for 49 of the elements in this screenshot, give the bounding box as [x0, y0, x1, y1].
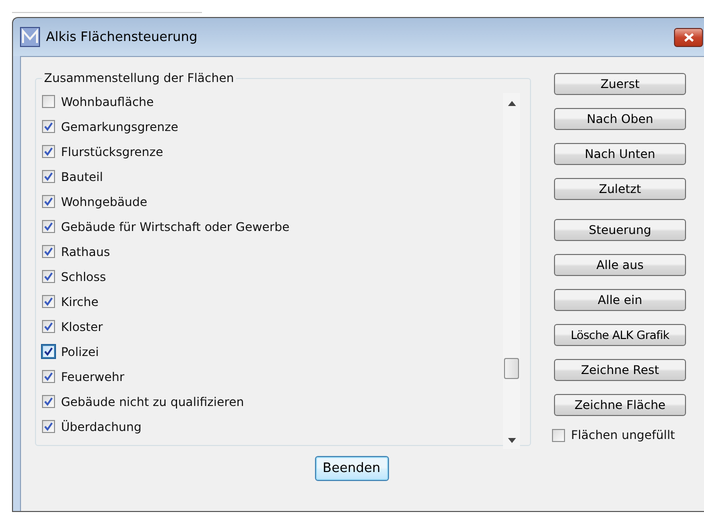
action-button[interactable]: Zuletzt	[554, 178, 686, 200]
checkbox[interactable]	[42, 395, 55, 408]
checkbox[interactable]	[42, 170, 55, 183]
action-button[interactable]: Zeichne Fläche	[554, 394, 686, 416]
layer-checkbox[interactable]: Kirche	[42, 289, 503, 314]
window-title: Alkis Flächensteuerung	[46, 30, 198, 44]
layer-checkbox[interactable]: Wohnbaufläche	[42, 89, 503, 114]
layer-checkbox[interactable]: Gemarkungsgrenze	[42, 114, 503, 139]
action-button[interactable]: Zuerst	[554, 73, 686, 95]
close-icon[interactable]	[684, 32, 694, 42]
quit-button[interactable]: Beenden	[314, 456, 388, 481]
checkbox[interactable]	[42, 295, 55, 308]
action-button[interactable]: Steuerung	[554, 219, 686, 241]
layer-checkbox[interactable]: Flurstücksgrenze	[42, 139, 503, 164]
checkbox[interactable]	[42, 420, 55, 433]
unfilled-checkbox[interactable]: Flächen ungefüllt	[552, 426, 686, 444]
action-button[interactable]: Nach Oben	[554, 108, 686, 130]
layer-checkbox[interactable]: Überdachung	[42, 414, 503, 439]
checkbox[interactable]	[42, 245, 55, 258]
layer-checkbox[interactable]: Wohngebäude	[42, 189, 503, 214]
layer-checkbox[interactable]: Polizei	[42, 339, 503, 364]
app-icon	[20, 27, 40, 47]
checkbox[interactable]	[42, 145, 55, 158]
checkbox[interactable]	[42, 120, 55, 133]
action-button[interactable]: Nach Unten	[554, 143, 686, 165]
layer-checkbox[interactable]: Kloster	[42, 314, 503, 339]
checkbox[interactable]	[42, 270, 55, 283]
action-button[interactable]: Alle ein	[554, 289, 686, 311]
scroll-down-icon[interactable]	[508, 438, 516, 443]
layer-checkbox[interactable]: Schloss	[42, 264, 503, 289]
scroll-up-icon[interactable]	[508, 101, 516, 106]
action-button[interactable]: Zeichne Rest	[554, 359, 686, 381]
scrollbar[interactable]	[503, 93, 520, 451]
checkbox[interactable]	[42, 370, 55, 383]
close-button[interactable]	[674, 28, 703, 46]
layer-checkbox[interactable]: Gebäude nicht zu qualifizieren	[42, 389, 503, 414]
layer-checkbox[interactable]: Gebäude für Wirtschaft oder Gewerbe	[42, 214, 503, 239]
scroll-thumb[interactable]	[504, 358, 519, 379]
checkbox[interactable]	[42, 195, 55, 208]
checkbox[interactable]	[42, 320, 55, 333]
checkbox[interactable]	[552, 428, 565, 442]
layer-checkbox[interactable]: Bauteil	[42, 164, 503, 189]
group-title: Zusammenstellung der Flächen	[43, 71, 235, 85]
checkbox[interactable]	[42, 220, 55, 233]
action-button[interactable]: Alle aus	[554, 254, 686, 276]
action-button[interactable]: Lösche ALK Grafik	[554, 324, 686, 346]
layer-checkbox[interactable]: Feuerwehr	[42, 364, 503, 389]
layer-checkbox[interactable]: Rathaus	[42, 239, 503, 264]
checkbox[interactable]	[42, 95, 55, 108]
